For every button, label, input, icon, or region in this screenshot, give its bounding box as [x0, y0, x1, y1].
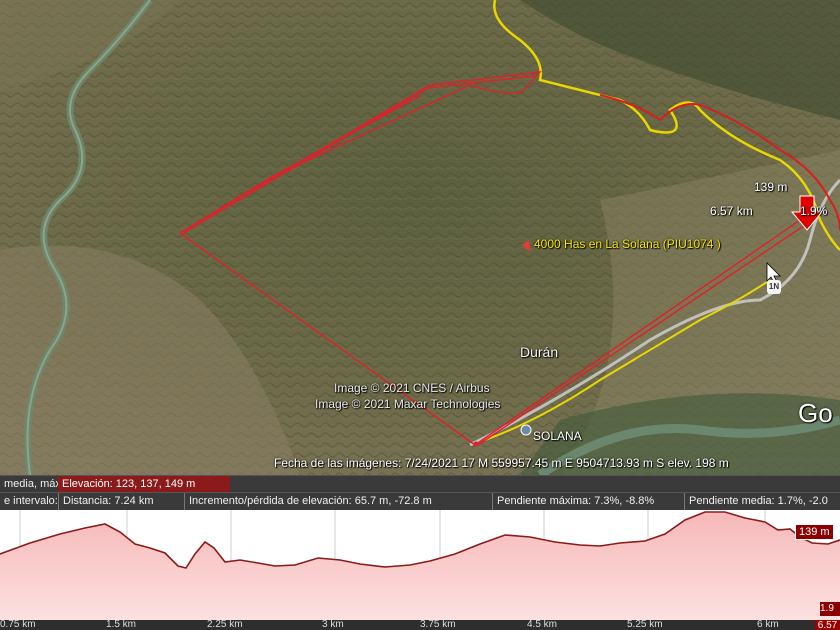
profile-end-distance-badge: 6.57 — [815, 620, 840, 630]
placemark-label[interactable]: 4000 Has en La Solana (PIU1074 ) — [534, 237, 721, 251]
profile-stats-row-interval: e intervalo: Distancia: 7.24 km Incremen… — [0, 492, 840, 510]
x-tick: 3.75 km — [420, 620, 456, 630]
stats-gain-loss: Incremento/pérdida de elevación: 65.7 m,… — [184, 493, 492, 510]
google-logo: Go — [798, 398, 833, 428]
profile-slope-badge: 1.9 — [820, 602, 840, 616]
profile-stats-row-elevation: media, máx. Elevación: 123, 137, 149 m — [0, 475, 840, 493]
stats-avg-slope: Pendiente media: 1.7%, -2.0 — [684, 493, 840, 510]
profile-x-axis: 0.75 km 1.5 km 2.25 km 3 km 3.75 km 4.5 … — [0, 620, 840, 630]
x-tick: 0.75 km — [0, 620, 36, 630]
town-label-solana: SOLANA — [533, 429, 582, 443]
profile-elevation-badge: 139 m — [795, 524, 834, 540]
x-tick: 3 km — [322, 620, 344, 630]
stats-elevation[interactable]: Elevación: 123, 137, 149 m — [58, 476, 230, 493]
imagery-credit-cnes: Image © 2021 CNES / Airbus — [334, 381, 490, 395]
elevation-profile-graph — [0, 510, 840, 620]
x-tick: 4.5 km — [527, 620, 558, 630]
x-tick: 2.25 km — [207, 620, 243, 630]
cursor-distance-readout: 6.57 km — [710, 204, 753, 218]
imagery-credit-maxar: Image © 2021 Maxar Technologies — [315, 397, 501, 411]
x-tick: 6 km — [757, 620, 779, 630]
road-shield-icon: 1N — [767, 280, 781, 294]
elevation-profile-chart[interactable]: 139 m 1.9 — [0, 510, 840, 620]
stats-label-media-max: media, máx. — [4, 478, 58, 490]
x-tick: 5.25 km — [627, 620, 663, 630]
x-tick: 1.5 km — [106, 620, 137, 630]
stats-distance: Distancia: 7.24 km — [58, 493, 184, 510]
cursor-slope-readout: 1.9% — [800, 204, 828, 218]
cursor-elevation-readout: 139 m — [754, 180, 788, 194]
map-status-bar: Fecha de las imágenes: 7/24/2021 17 M 55… — [274, 456, 729, 470]
stats-label-intervalo: e intervalo: — [4, 495, 58, 507]
town-label-duran: Durán — [520, 344, 559, 360]
stats-max-slope: Pendiente máxima: 7.3%, -8.8% — [492, 493, 684, 510]
satellite-map[interactable]: 4000 Has en La Solana (PIU1074 ) Durán S… — [0, 0, 840, 475]
